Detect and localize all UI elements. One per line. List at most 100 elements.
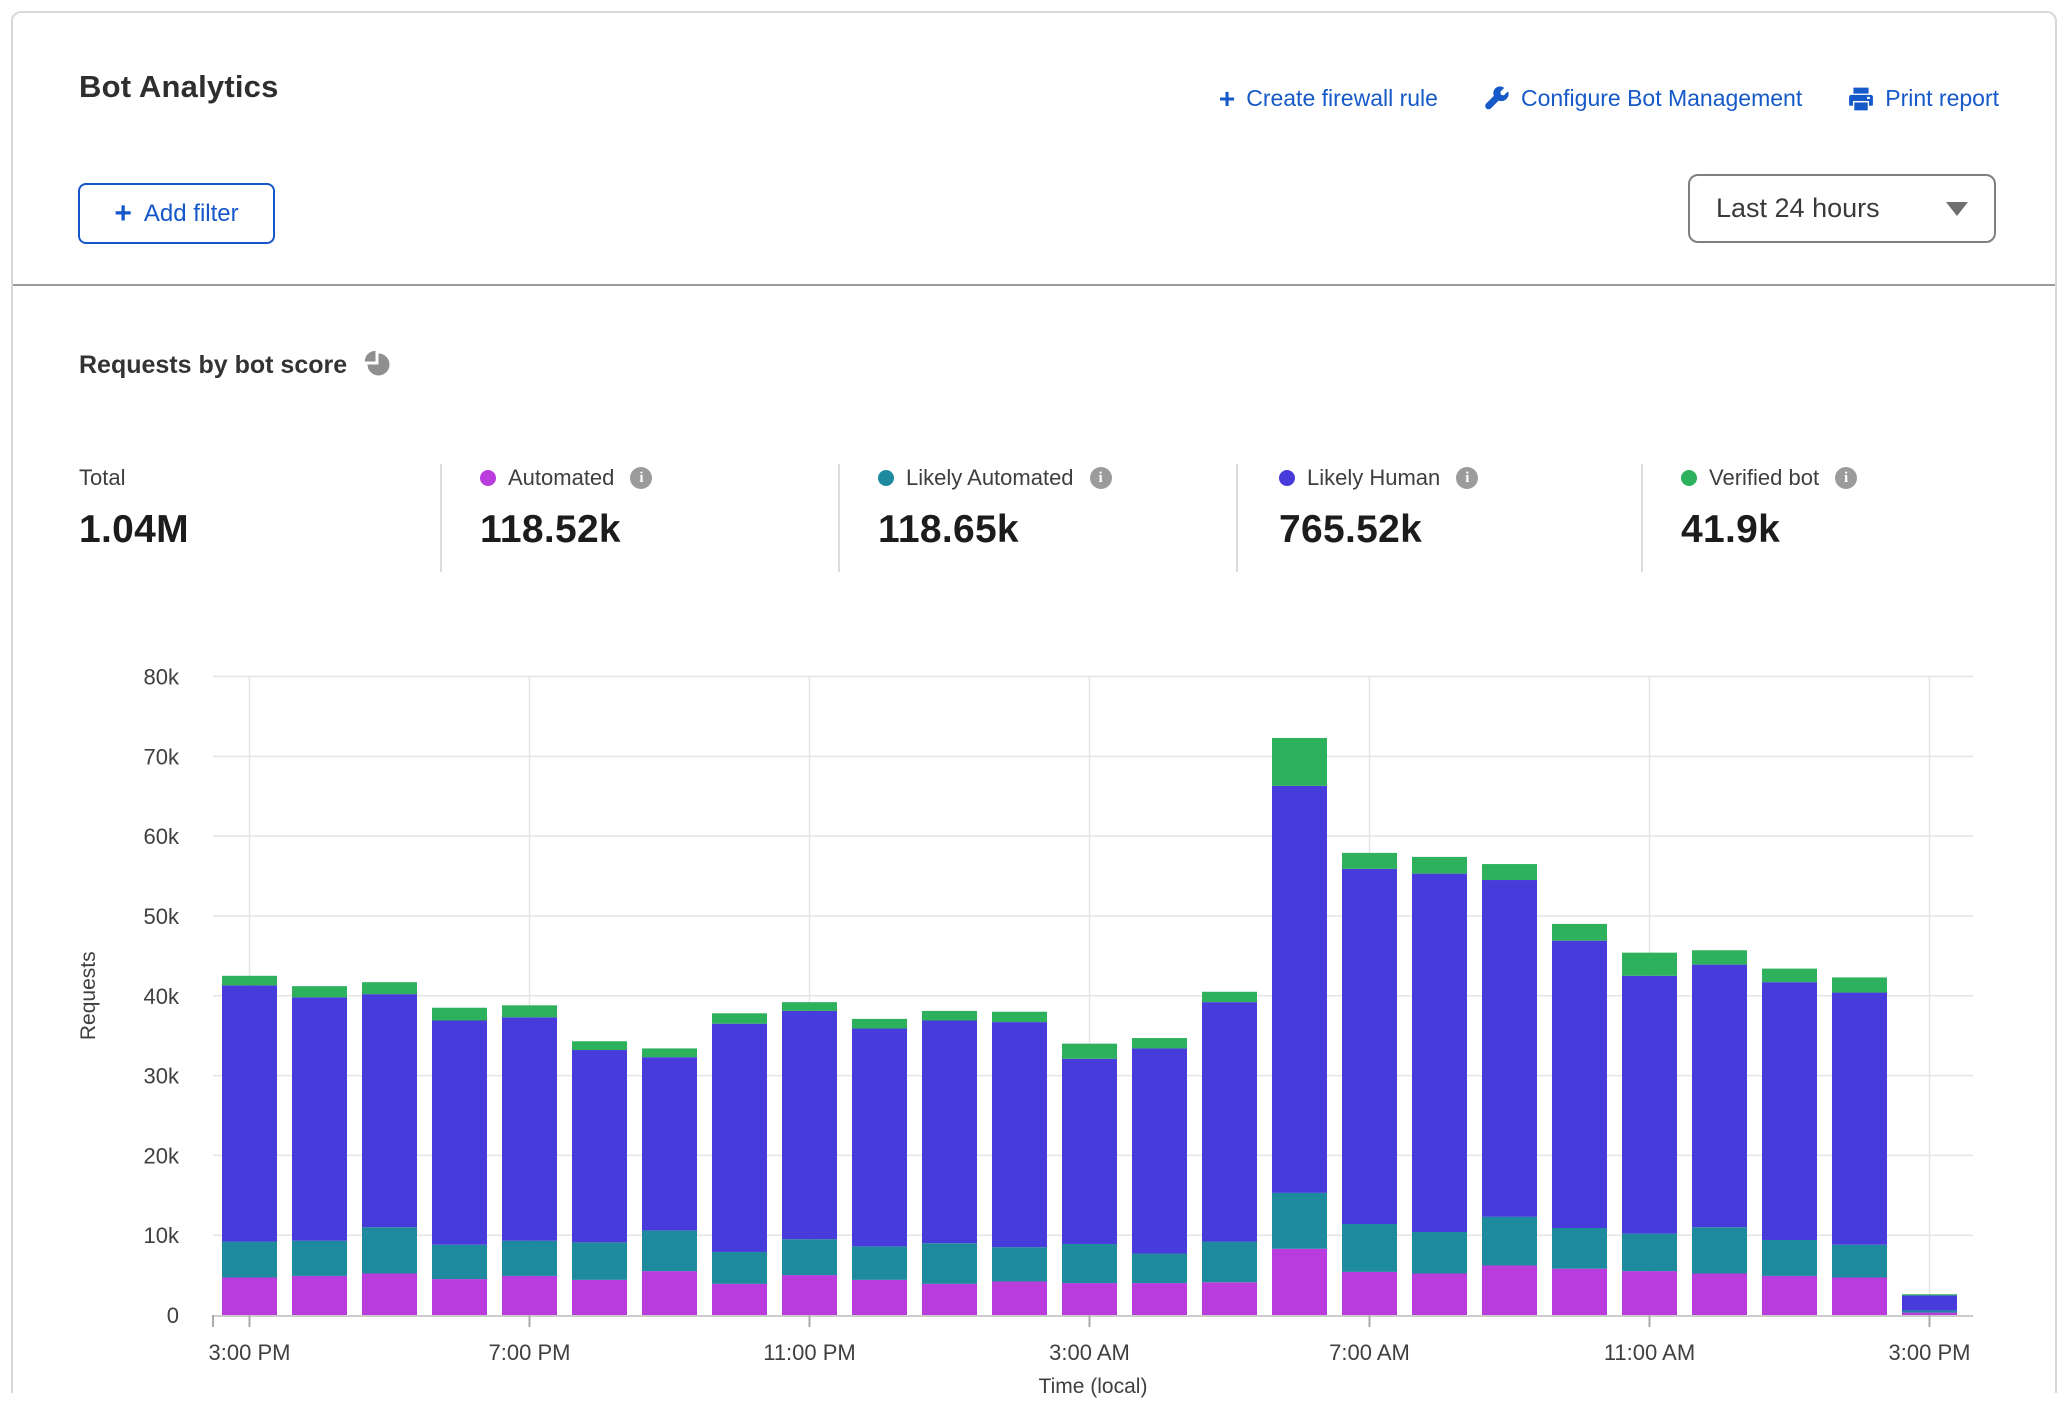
section-title-row: Requests by bot score — [79, 349, 391, 382]
x-axis-title: Time (local) — [1039, 1375, 1148, 1398]
bar-segment — [642, 1048, 697, 1057]
bar-12 — [1062, 1044, 1117, 1315]
info-icon[interactable]: i — [1835, 467, 1857, 489]
bar-23 — [1832, 977, 1887, 1315]
bar-segment — [642, 1230, 697, 1271]
bar-21 — [1692, 950, 1747, 1315]
info-icon[interactable]: i — [1456, 467, 1478, 489]
bar-5 — [572, 1041, 627, 1315]
plus-icon: + — [1219, 89, 1235, 109]
bar-18 — [1482, 864, 1537, 1315]
bar-segment — [992, 1022, 1047, 1247]
bar-segment — [1202, 992, 1257, 1002]
printer-icon — [1848, 86, 1874, 112]
bar-segment — [362, 1227, 417, 1273]
bar-9 — [852, 1019, 907, 1315]
verified-bot-dot — [1681, 470, 1697, 486]
bar-segment — [1132, 1048, 1187, 1253]
bar-3 — [432, 1008, 487, 1315]
svg-text:20k: 20k — [144, 1143, 180, 1168]
stat-divider — [1641, 464, 1643, 572]
create-firewall-rule-link[interactable]: + Create firewall rule — [1219, 85, 1438, 112]
stat-likely-automated-label: Likely Automated — [906, 465, 1074, 491]
bar-segment — [712, 1013, 767, 1023]
bar-segment — [712, 1252, 767, 1284]
bar-6 — [642, 1048, 697, 1315]
bar-segment — [1342, 869, 1397, 1224]
configure-bot-management-label: Configure Bot Management — [1521, 85, 1802, 112]
bar-segment — [1552, 941, 1607, 1228]
bar-2 — [362, 982, 417, 1315]
bar-segment — [1412, 1232, 1467, 1274]
bar-segment — [1062, 1059, 1117, 1244]
create-firewall-rule-label: Create firewall rule — [1246, 85, 1438, 112]
bar-segment — [1762, 1240, 1817, 1276]
stat-total-value: 1.04M — [79, 508, 189, 552]
automated-dot — [480, 470, 496, 486]
bar-segment — [502, 1241, 557, 1276]
bar-22 — [1762, 969, 1817, 1315]
bar-4 — [502, 1005, 557, 1315]
bar-segment — [782, 1275, 837, 1315]
bar-segment — [782, 1002, 837, 1011]
bar-segment — [1552, 924, 1607, 941]
bar-segment — [1762, 1276, 1817, 1315]
bar-segment — [572, 1242, 627, 1280]
bar-segment — [1272, 1249, 1327, 1315]
likely-automated-dot — [878, 470, 894, 486]
likely-human-dot — [1279, 470, 1295, 486]
header-divider — [13, 284, 2055, 286]
bar-segment — [432, 1245, 487, 1279]
bar-segment — [362, 982, 417, 994]
bar-8 — [782, 1002, 837, 1315]
svg-text:60k: 60k — [144, 824, 180, 849]
print-report-label: Print report — [1885, 85, 1999, 112]
bar-segment — [1132, 1283, 1187, 1315]
bar-segment — [852, 1028, 907, 1246]
bar-segment — [572, 1041, 627, 1050]
bar-segment — [1202, 1002, 1257, 1241]
bar-segment — [1552, 1228, 1607, 1269]
bar-segment — [362, 994, 417, 1227]
bar-1 — [292, 986, 347, 1315]
bar-segment — [1272, 1193, 1327, 1249]
bar-segment — [502, 1017, 557, 1240]
print-report-link[interactable]: Print report — [1848, 85, 1999, 112]
bar-segment — [642, 1057, 697, 1230]
info-icon[interactable]: i — [630, 467, 652, 489]
bar-19 — [1552, 924, 1607, 1315]
stat-total-label: Total — [79, 465, 125, 491]
bar-segment — [1832, 1245, 1887, 1278]
bar-segment — [362, 1273, 417, 1315]
svg-text:30k: 30k — [144, 1064, 180, 1089]
stat-verified-bot-label: Verified bot — [1709, 465, 1819, 491]
bar-13 — [1132, 1038, 1187, 1315]
configure-bot-management-link[interactable]: Configure Bot Management — [1484, 85, 1802, 112]
bar-segment — [1902, 1311, 1957, 1313]
bar-segment — [992, 1281, 1047, 1315]
stat-divider — [1236, 464, 1238, 572]
stat-automated: Automated i 118.52k — [480, 464, 652, 552]
svg-text:0: 0 — [167, 1303, 179, 1328]
bar-segment — [292, 1276, 347, 1315]
y-tick-labels: 010k20k30k40k50k60k70k80k — [144, 665, 180, 1329]
add-filter-button[interactable]: + Add filter — [78, 183, 275, 244]
bar-segment — [922, 1243, 977, 1284]
bar-segment — [1762, 982, 1817, 1240]
svg-text:80k: 80k — [144, 665, 180, 690]
bar-segment — [1902, 1294, 1957, 1295]
bar-0 — [222, 976, 277, 1315]
bar-segment — [1622, 1271, 1677, 1315]
info-icon[interactable]: i — [1090, 467, 1112, 489]
bar-15 — [1272, 738, 1327, 1315]
time-range-select[interactable]: Last 24 hours — [1688, 174, 1996, 243]
bar-16 — [1342, 853, 1397, 1315]
bar-segment — [782, 1239, 837, 1275]
section-title: Requests by bot score — [79, 351, 347, 380]
stat-total: Total 1.04M — [79, 464, 189, 552]
svg-text:50k: 50k — [144, 904, 180, 929]
bar-segment — [1132, 1038, 1187, 1048]
bar-17 — [1412, 857, 1467, 1315]
bar-segment — [1272, 786, 1327, 1193]
bar-segment — [1272, 738, 1327, 786]
